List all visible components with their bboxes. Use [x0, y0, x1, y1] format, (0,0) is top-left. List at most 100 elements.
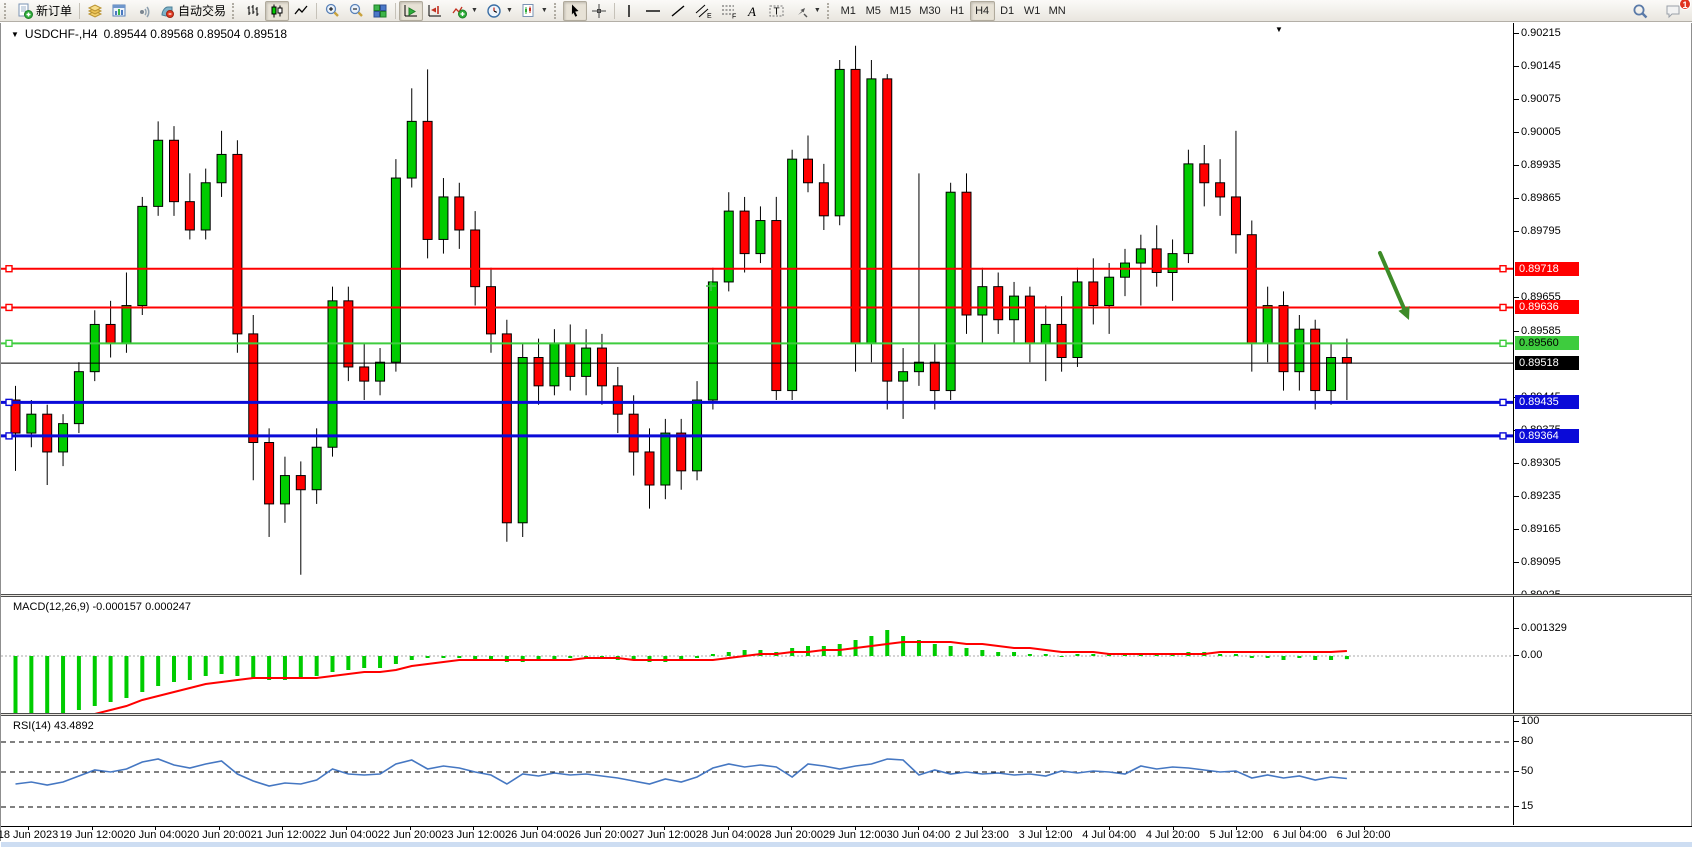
time-axis-label: 22 Jun 04:00	[314, 829, 378, 841]
text-label-button[interactable]: T	[764, 1, 790, 21]
cursor-icon	[567, 3, 583, 19]
time-axis-label: 22 Jun 20:00	[378, 829, 442, 841]
time-axis[interactable]: 18 Jun 202319 Jun 12:0020 Jun 04:0020 Ju…	[1, 826, 1692, 842]
timeframe-button-H4[interactable]: H4	[970, 1, 995, 21]
vertical-line-button[interactable]	[618, 1, 640, 21]
timeframe-button-M15[interactable]: M15	[886, 1, 915, 21]
time-axis-label: 2 Jul 23:00	[955, 829, 1009, 841]
crosshair-button[interactable]	[587, 1, 611, 21]
timeframe-button-M30[interactable]: M30	[915, 1, 944, 21]
rsi-tick-label: 50	[1521, 765, 1533, 778]
timeframe-button-H1[interactable]: H1	[945, 1, 970, 21]
toolbar-grip[interactable]	[232, 3, 237, 19]
toolbar-grip[interactable]	[554, 3, 559, 19]
candlestick-chart-button[interactable]	[265, 1, 289, 21]
market-watch-icon	[87, 3, 103, 19]
price-level-badge: 0.89636	[1515, 300, 1579, 314]
mt4-window: 新订单 自动交易	[0, 0, 1692, 847]
toolbar-right-tools: 1	[1628, 1, 1686, 21]
horizontal-line-icon	[644, 3, 662, 19]
main-chart-canvas[interactable]	[1, 23, 1513, 594]
trendline-button[interactable]	[666, 1, 690, 21]
timeframe-button-M1[interactable]: M1	[836, 1, 861, 21]
timeframe-group: M1M5M15M30H1H4D1W1MN	[836, 1, 1070, 21]
time-axis-label: 30 Jun 04:00	[887, 829, 951, 841]
bar-chart-button[interactable]	[241, 1, 265, 21]
templates-button[interactable]: ▼	[517, 1, 552, 21]
macd-axis[interactable]: 0.0013290.00-0.003384	[1514, 597, 1691, 713]
chart-context-arrow[interactable]: ▼	[11, 30, 19, 39]
timeframe-button-M5[interactable]: M5	[861, 1, 886, 21]
text-button[interactable]: A	[742, 1, 764, 21]
market-watch-button[interactable]	[83, 1, 107, 21]
arrows-button[interactable]: ▼	[790, 1, 825, 21]
price-level-badge: 0.89560	[1515, 336, 1579, 350]
price-level-badge: 0.89518	[1515, 356, 1579, 370]
line-chart-button[interactable]	[289, 1, 313, 21]
toolbar-grip[interactable]	[4, 3, 9, 19]
time-axis-label: 26 Jun 20:00	[569, 829, 633, 841]
rsi-indicator-label: RSI(14) 43.4892	[13, 720, 94, 732]
axis-divider-line	[1513, 23, 1514, 825]
line-chart-icon	[293, 3, 309, 19]
toolbar-separator	[316, 3, 317, 19]
time-axis-label: 29 Jun 12:00	[823, 829, 887, 841]
chart-symbol-period: USDCHF-,H4	[25, 27, 98, 41]
timeframe-button-D1[interactable]: D1	[995, 1, 1020, 21]
time-axis-label: 6 Jul 04:00	[1273, 829, 1327, 841]
rsi-axis[interactable]: 100805015	[1514, 716, 1691, 826]
price-tick-label: 0.89165	[1521, 523, 1561, 536]
auto-scroll-button[interactable]	[399, 1, 423, 21]
toolbar-separator	[79, 3, 80, 19]
time-axis-label: 5 Jul 12:00	[1209, 829, 1263, 841]
signals-button[interactable]	[131, 1, 155, 21]
macd-canvas[interactable]	[1, 597, 1513, 713]
tile-windows-button[interactable]	[368, 1, 392, 21]
equidistant-channel-button[interactable]: E	[690, 1, 716, 21]
data-window-icon	[111, 3, 127, 19]
search-icon	[1632, 3, 1649, 20]
data-window-button[interactable]	[107, 1, 131, 21]
time-axis-label: 21 Jun 12:00	[251, 829, 315, 841]
indicators-button[interactable]: ▼	[447, 1, 482, 21]
auto-trading-button[interactable]: 自动交易	[155, 1, 230, 21]
scroll-end-marker[interactable]: ▼	[1275, 25, 1283, 34]
price-axis[interactable]: 0.902150.901450.900750.900050.899350.898…	[1514, 23, 1691, 594]
price-level-badge: 0.89718	[1515, 262, 1579, 276]
fibonacci-button[interactable]: F	[716, 1, 742, 21]
periods-button[interactable]: ▼	[482, 1, 517, 21]
panel-splitter[interactable]	[1, 713, 1692, 716]
tile-windows-icon	[372, 3, 388, 19]
toolbar-separator	[395, 3, 396, 19]
notifications-button[interactable]: 1	[1661, 1, 1686, 21]
new-order-button[interactable]: 新订单	[13, 1, 76, 21]
timeframe-button-W1[interactable]: W1	[1020, 1, 1045, 21]
time-axis-label: 26 Jun 04:00	[505, 829, 569, 841]
price-level-badge: 0.89435	[1515, 395, 1579, 409]
time-axis-label: 23 Jun 12:00	[441, 829, 505, 841]
indicators-icon	[451, 3, 467, 19]
toolbar-grip[interactable]	[827, 3, 832, 19]
rsi-canvas[interactable]	[1, 716, 1513, 826]
templates-icon	[521, 3, 537, 19]
price-tick-label: 0.90005	[1521, 126, 1561, 139]
search-button[interactable]	[1628, 1, 1653, 21]
price-tick-label: 0.89795	[1521, 225, 1561, 238]
price-level-badge: 0.89364	[1515, 429, 1579, 443]
time-axis-label: 28 Jun 04:00	[696, 829, 760, 841]
cursor-button[interactable]	[563, 1, 587, 21]
toolbar: 新订单 自动交易	[0, 0, 1692, 22]
svg-text:E: E	[707, 13, 712, 19]
time-axis-label: 3 Jul 12:00	[1019, 829, 1073, 841]
down-arrow-annotation	[1380, 253, 1405, 311]
price-tick-label: 0.90075	[1521, 93, 1561, 106]
panel-splitter[interactable]	[1, 594, 1692, 597]
horizontal-line-button[interactable]	[640, 1, 666, 21]
zoom-out-button[interactable]	[344, 1, 368, 21]
signals-icon	[135, 3, 151, 19]
timeframe-button-MN[interactable]: MN	[1045, 1, 1070, 21]
notification-badge: 1	[1679, 0, 1691, 10]
zoom-in-button[interactable]	[320, 1, 344, 21]
svg-text:T: T	[773, 6, 779, 17]
chart-shift-button[interactable]	[423, 1, 447, 21]
